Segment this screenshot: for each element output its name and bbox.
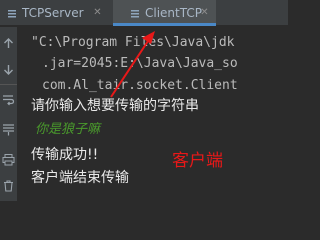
console-line-command: com.Al_tair.socket.Client <box>42 78 238 93</box>
tab-label: ClientTCP <box>145 6 202 20</box>
console-toolbar <box>0 27 17 201</box>
console-line-status: 传输成功!! <box>31 147 99 163</box>
console-line-status: 客户端结束传输 <box>31 170 129 186</box>
close-icon[interactable]: ✕ <box>92 7 103 18</box>
print-icon[interactable] <box>2 153 15 166</box>
scroll-to-end-icon[interactable] <box>2 123 15 136</box>
console-line-command: "C:\Program Files\Java\jdk <box>31 35 235 50</box>
ide-run-window: TCPServer ✕ ClientTCP ✕ "C:\Program File… <box>0 0 288 201</box>
close-icon[interactable]: ✕ <box>199 7 210 18</box>
trash-icon[interactable] <box>2 179 15 192</box>
console-line-user-input: 你是狼子嘛 <box>35 122 101 137</box>
arrow-down-icon[interactable] <box>2 63 15 76</box>
annotation-label: 客户端 <box>172 151 223 171</box>
divider <box>0 84 17 85</box>
soft-wrap-icon[interactable] <box>2 93 15 106</box>
tab-label: TCPServer <box>22 6 84 20</box>
console-output[interactable]: "C:\Program Files\Java\jdk .jar=2045:E:\… <box>17 27 288 201</box>
arrow-up-icon[interactable] <box>2 37 15 50</box>
console-line-command: .jar=2045:E:\Java\Java_so <box>42 56 238 71</box>
tab-clienttcp[interactable]: ClientTCP ✕ <box>113 0 216 26</box>
console-line-prompt: 请你输入想要传输的字符串 <box>31 98 199 114</box>
java-class-icon <box>131 10 139 18</box>
tab-tcpserver[interactable]: TCPServer ✕ <box>0 0 113 26</box>
java-class-icon <box>7 8 17 18</box>
run-tab-bar: TCPServer ✕ ClientTCP ✕ <box>0 0 288 26</box>
